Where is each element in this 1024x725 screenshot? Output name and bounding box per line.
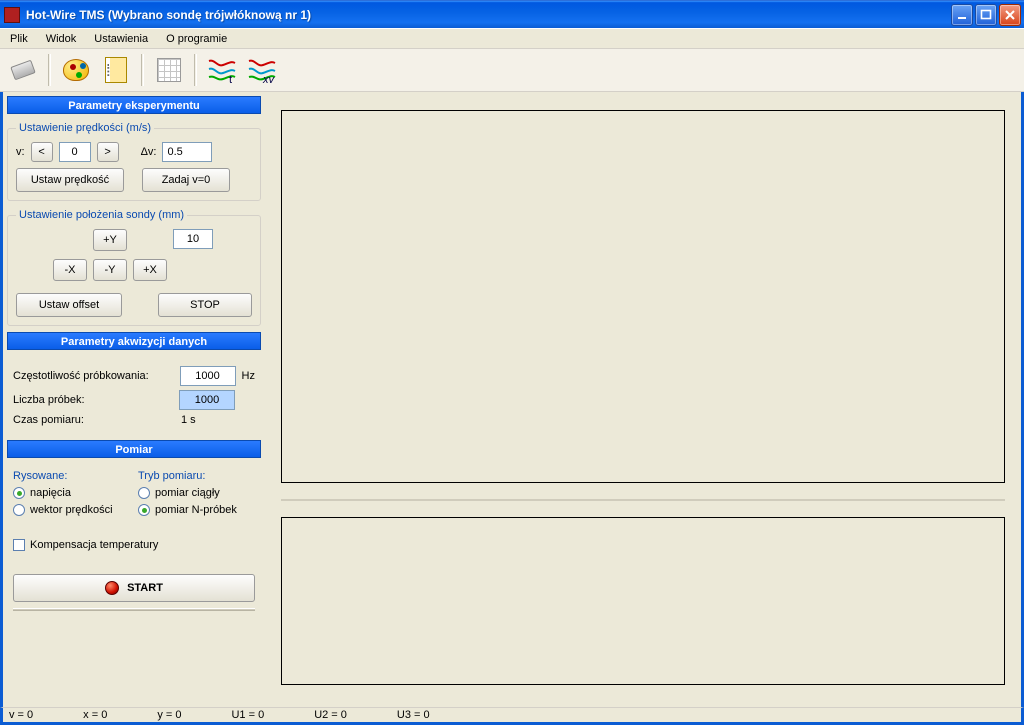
status-y: y = 0 bbox=[157, 709, 181, 721]
record-icon bbox=[105, 581, 119, 595]
minimize-button[interactable] bbox=[951, 4, 973, 26]
set-v-zero-button[interactable]: Zadaj v=0 bbox=[142, 168, 230, 192]
jog-plus-x-button[interactable]: +X bbox=[133, 259, 167, 281]
section-header-eksperyment: Parametry eksperymentu bbox=[7, 96, 261, 114]
menu-plik[interactable]: Plik bbox=[6, 31, 32, 47]
radio-pomiar-ciagly[interactable]: pomiar ciągły bbox=[138, 487, 255, 499]
checkbox-kompensacja[interactable]: Kompensacja temperatury bbox=[13, 539, 255, 551]
section-header-pomiar: Pomiar bbox=[7, 440, 261, 458]
time-value: 1 s bbox=[181, 414, 196, 426]
radio-icon bbox=[138, 487, 150, 499]
rysowane-header: Rysowane: bbox=[13, 470, 130, 482]
grid-icon[interactable] bbox=[152, 53, 186, 87]
left-panel: Parametry eksperymentu Ustawienie prędko… bbox=[3, 92, 265, 707]
section-header-akwizycja: Parametry akwizycji danych bbox=[7, 332, 261, 350]
svg-text:t: t bbox=[229, 74, 232, 83]
samples-label: Liczba próbek: bbox=[13, 394, 85, 406]
status-v: v = 0 bbox=[9, 709, 33, 721]
eraser-icon[interactable] bbox=[6, 53, 40, 87]
plot-area-bottom bbox=[281, 517, 1005, 685]
freq-input[interactable] bbox=[180, 366, 236, 386]
v-decrement-button[interactable]: < bbox=[31, 142, 53, 162]
v-increment-button[interactable]: > bbox=[97, 142, 119, 162]
dv-label: Δv: bbox=[141, 146, 157, 158]
stop-button[interactable]: STOP bbox=[158, 293, 252, 317]
splitter[interactable] bbox=[281, 499, 1005, 501]
v-value-input[interactable] bbox=[59, 142, 91, 162]
status-x: x = 0 bbox=[83, 709, 107, 721]
status-u1: U1 = 0 bbox=[231, 709, 264, 721]
menu-bar: Plik Widok Ustawienia O programie bbox=[0, 28, 1024, 48]
notebook-icon[interactable] bbox=[99, 53, 133, 87]
set-offset-button[interactable]: Ustaw offset bbox=[16, 293, 122, 317]
jog-step-input[interactable] bbox=[173, 229, 213, 249]
radio-label: napięcia bbox=[30, 487, 71, 499]
freq-unit: Hz bbox=[242, 370, 255, 382]
radio-icon bbox=[13, 504, 25, 516]
menu-oprogramie[interactable]: O programie bbox=[162, 31, 231, 47]
jog-minus-y-button[interactable]: -Y bbox=[93, 259, 127, 281]
start-label: START bbox=[127, 582, 163, 594]
freq-label: Częstotliwość próbkowania: bbox=[13, 370, 149, 382]
palette-icon[interactable] bbox=[59, 53, 93, 87]
v-label: v: bbox=[16, 146, 25, 158]
checkbox-icon bbox=[13, 539, 25, 551]
tryb-header: Tryb pomiaru: bbox=[138, 470, 255, 482]
dv-value-input[interactable] bbox=[162, 142, 212, 162]
plot-area-top bbox=[281, 110, 1005, 483]
radio-icon bbox=[138, 504, 150, 516]
samples-input[interactable] bbox=[179, 390, 235, 410]
acquisition-panel: Częstotliwość próbkowania: Hz Liczba pró… bbox=[7, 358, 261, 434]
close-button[interactable] bbox=[999, 4, 1021, 26]
radio-label: pomiar ciągły bbox=[155, 487, 220, 499]
position-panel: Ustawienie położenia sondy (mm) +Y -X -Y… bbox=[7, 209, 261, 326]
pomiar-panel: Rysowane: napięcia wektor prędkości Tryb… bbox=[7, 466, 261, 621]
separator-icon bbox=[141, 54, 144, 86]
toolbar: t xy bbox=[0, 48, 1024, 92]
divider bbox=[13, 608, 255, 611]
start-button[interactable]: START bbox=[13, 574, 255, 602]
app-icon bbox=[4, 7, 20, 23]
radio-label: pomiar N-próbek bbox=[155, 504, 237, 516]
chart-xy-icon[interactable]: xy bbox=[245, 53, 279, 87]
checkbox-label: Kompensacja temperatury bbox=[30, 539, 158, 551]
radio-icon bbox=[13, 487, 25, 499]
velocity-panel: Ustawienie prędkości (m/s) v: < > Δv: Us… bbox=[7, 122, 261, 201]
status-bar: v = 0 x = 0 y = 0 U1 = 0 U2 = 0 U3 = 0 bbox=[0, 707, 1024, 725]
right-panel bbox=[265, 92, 1021, 707]
window-title: Hot-Wire TMS (Wybrano sondę trójwłóknową… bbox=[26, 8, 311, 22]
menu-ustawienia[interactable]: Ustawienia bbox=[90, 31, 152, 47]
svg-text:xy: xy bbox=[262, 74, 276, 83]
menu-widok[interactable]: Widok bbox=[42, 31, 81, 47]
radio-pomiar-nprobek[interactable]: pomiar N-próbek bbox=[138, 504, 255, 516]
velocity-legend: Ustawienie prędkości (m/s) bbox=[16, 122, 154, 134]
jog-minus-x-button[interactable]: -X bbox=[53, 259, 87, 281]
jog-plus-y-button[interactable]: +Y bbox=[93, 229, 127, 251]
separator-icon bbox=[48, 54, 51, 86]
position-legend: Ustawienie położenia sondy (mm) bbox=[16, 209, 187, 221]
chart-time-icon[interactable]: t bbox=[205, 53, 239, 87]
time-label: Czas pomiaru: bbox=[13, 414, 84, 426]
radio-label: wektor prędkości bbox=[30, 504, 113, 516]
status-u3: U3 = 0 bbox=[397, 709, 430, 721]
radio-wektor-predkosci[interactable]: wektor prędkości bbox=[13, 504, 130, 516]
radio-napiecia[interactable]: napięcia bbox=[13, 487, 130, 499]
set-velocity-button[interactable]: Ustaw prędkość bbox=[16, 168, 124, 192]
title-bar: Hot-Wire TMS (Wybrano sondę trójwłóknową… bbox=[0, 0, 1024, 28]
maximize-button[interactable] bbox=[975, 4, 997, 26]
status-u2: U2 = 0 bbox=[314, 709, 347, 721]
separator-icon bbox=[194, 54, 197, 86]
